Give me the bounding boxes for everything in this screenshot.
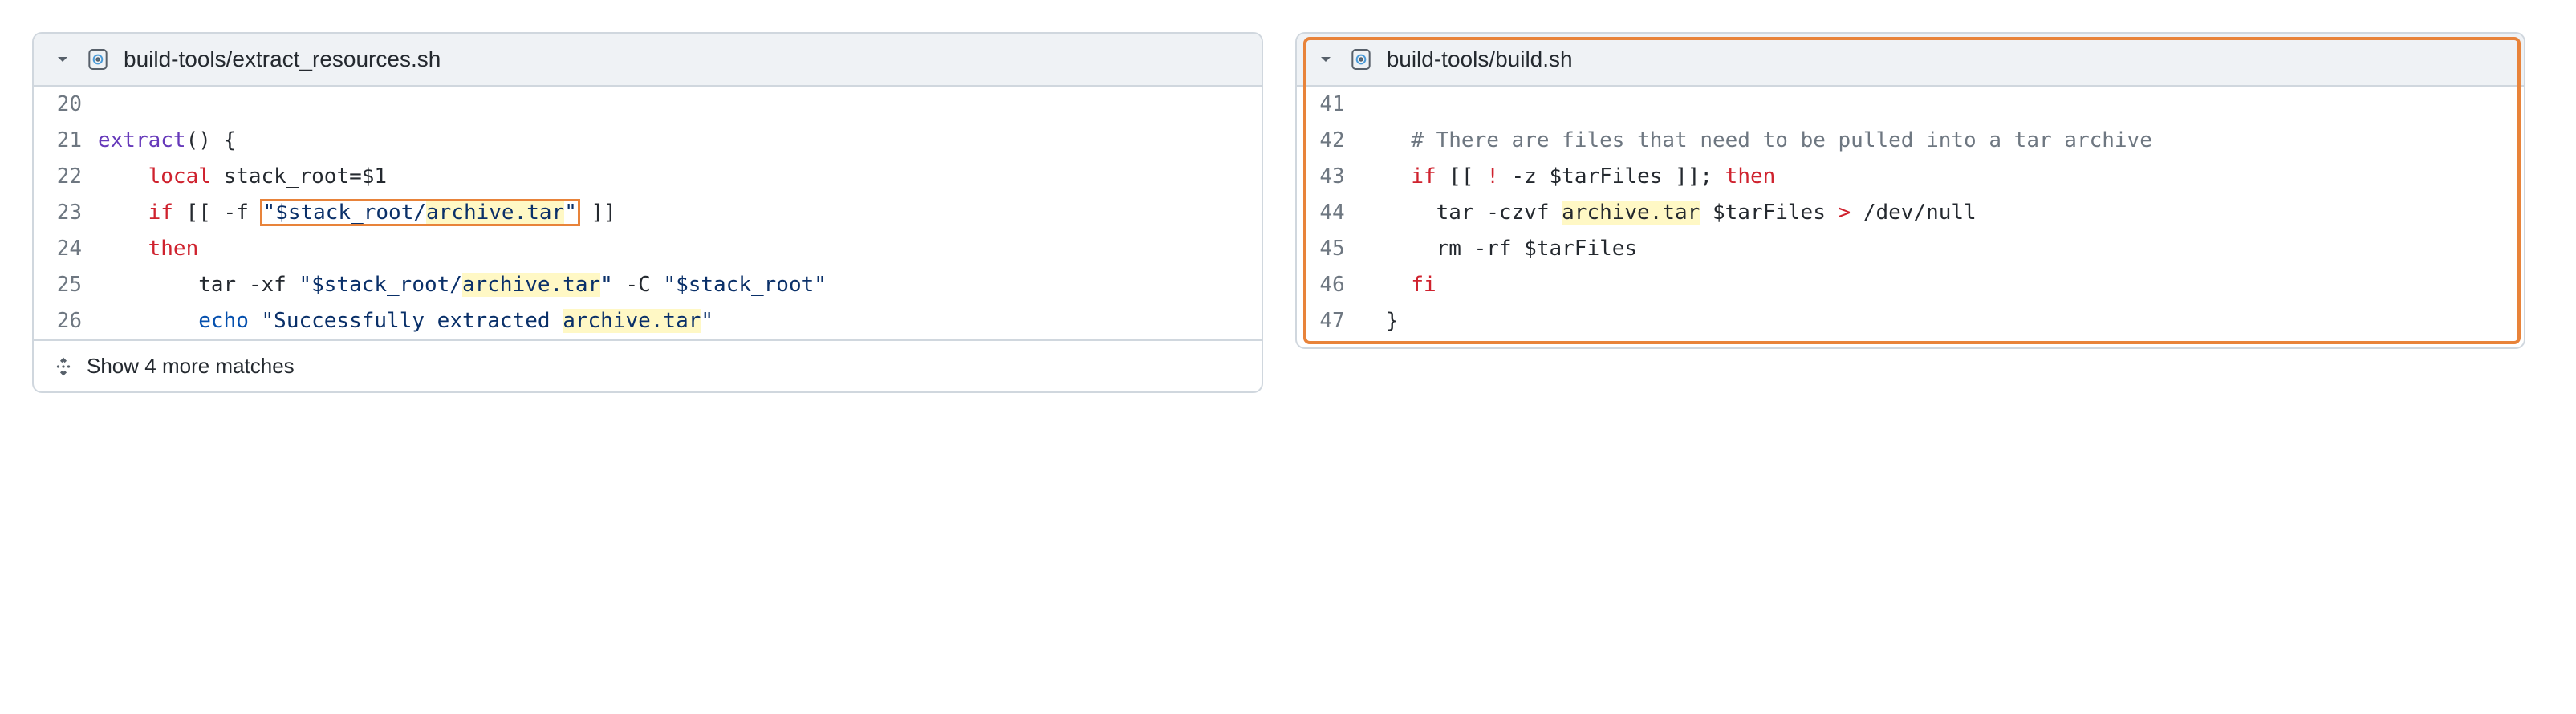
line-number: 20: [34, 87, 98, 123]
line-content[interactable]: if [[ -f "$stack_root/archive.tar" ]]: [98, 195, 1262, 231]
file-path[interactable]: build-tools/extract_resources.sh: [124, 47, 441, 72]
line-number: 25: [34, 267, 98, 303]
code-line[interactable]: 46 fi: [1297, 267, 2525, 303]
show-more-footer[interactable]: Show 4 more matches: [34, 339, 1262, 391]
line-number: 22: [34, 159, 98, 195]
code-line[interactable]: 41: [1297, 87, 2525, 123]
line-content[interactable]: tar -xf "$stack_root/archive.tar" -C "$s…: [98, 267, 1262, 303]
code-line[interactable]: 26 echo "Successfully extracted archive.…: [34, 303, 1262, 339]
line-content[interactable]: echo "Successfully extracted archive.tar…: [98, 303, 1262, 339]
file-icon: [1348, 47, 1374, 72]
file-icon: [85, 47, 111, 72]
code-panel-build: build-tools/build.sh 4142 # There are fi…: [1295, 32, 2526, 349]
line-content[interactable]: if [[ ! -z $tarFiles ]]; then: [1361, 159, 2525, 195]
panel-header[interactable]: build-tools/extract_resources.sh: [34, 34, 1262, 87]
chevron-down-icon[interactable]: [1316, 50, 1335, 69]
line-content[interactable]: [1361, 87, 2525, 91]
code-panel-extract-resources: build-tools/extract_resources.sh 2021ext…: [32, 32, 1263, 393]
code-line[interactable]: 44 tar -czvf archive.tar $tarFiles > /de…: [1297, 195, 2525, 231]
line-number: 42: [1297, 123, 1361, 159]
line-content[interactable]: local stack_root=$1: [98, 159, 1262, 195]
match-highlight-box: "$stack_root/archive.tar": [262, 201, 579, 225]
line-number: 23: [34, 195, 98, 231]
code-line[interactable]: 24 then: [34, 231, 1262, 267]
code-panel-build-wrapper: build-tools/build.sh 4142 # There are fi…: [1295, 32, 2526, 349]
line-content[interactable]: [98, 87, 1262, 91]
line-content[interactable]: then: [98, 231, 1262, 267]
line-content[interactable]: # There are files that need to be pulled…: [1361, 123, 2525, 159]
unfold-icon: [53, 356, 74, 377]
code-line[interactable]: 23 if [[ -f "$stack_root/archive.tar" ]]: [34, 195, 1262, 231]
code-line[interactable]: 47 }: [1297, 303, 2525, 339]
line-content[interactable]: tar -czvf archive.tar $tarFiles > /dev/n…: [1361, 195, 2525, 231]
line-number: 47: [1297, 303, 1361, 339]
code-line[interactable]: 25 tar -xf "$stack_root/archive.tar" -C …: [34, 267, 1262, 303]
panel-header[interactable]: build-tools/build.sh: [1297, 34, 2525, 87]
line-number: 45: [1297, 231, 1361, 267]
line-number: 21: [34, 123, 98, 159]
code-body: 4142 # There are files that need to be p…: [1297, 87, 2525, 339]
line-content[interactable]: extract() {: [98, 123, 1262, 159]
line-content[interactable]: }: [1361, 303, 2525, 339]
show-more-label: Show 4 more matches: [87, 354, 295, 379]
chevron-down-icon[interactable]: [53, 50, 72, 69]
line-number: 24: [34, 231, 98, 267]
line-number: 43: [1297, 159, 1361, 195]
code-line[interactable]: 20: [34, 87, 1262, 123]
line-content[interactable]: rm -rf $tarFiles: [1361, 231, 2525, 267]
code-line[interactable]: 21extract() {: [34, 123, 1262, 159]
line-number: 44: [1297, 195, 1361, 231]
code-line[interactable]: 22 local stack_root=$1: [34, 159, 1262, 195]
line-number: 46: [1297, 267, 1361, 303]
line-number: 41: [1297, 87, 1361, 123]
code-body: 2021extract() {22 local stack_root=$123 …: [34, 87, 1262, 339]
code-line[interactable]: 45 rm -rf $tarFiles: [1297, 231, 2525, 267]
line-content[interactable]: fi: [1361, 267, 2525, 303]
code-line[interactable]: 43 if [[ ! -z $tarFiles ]]; then: [1297, 159, 2525, 195]
line-number: 26: [34, 303, 98, 339]
file-path[interactable]: build-tools/build.sh: [1387, 47, 1573, 72]
code-line[interactable]: 42 # There are files that need to be pul…: [1297, 123, 2525, 159]
